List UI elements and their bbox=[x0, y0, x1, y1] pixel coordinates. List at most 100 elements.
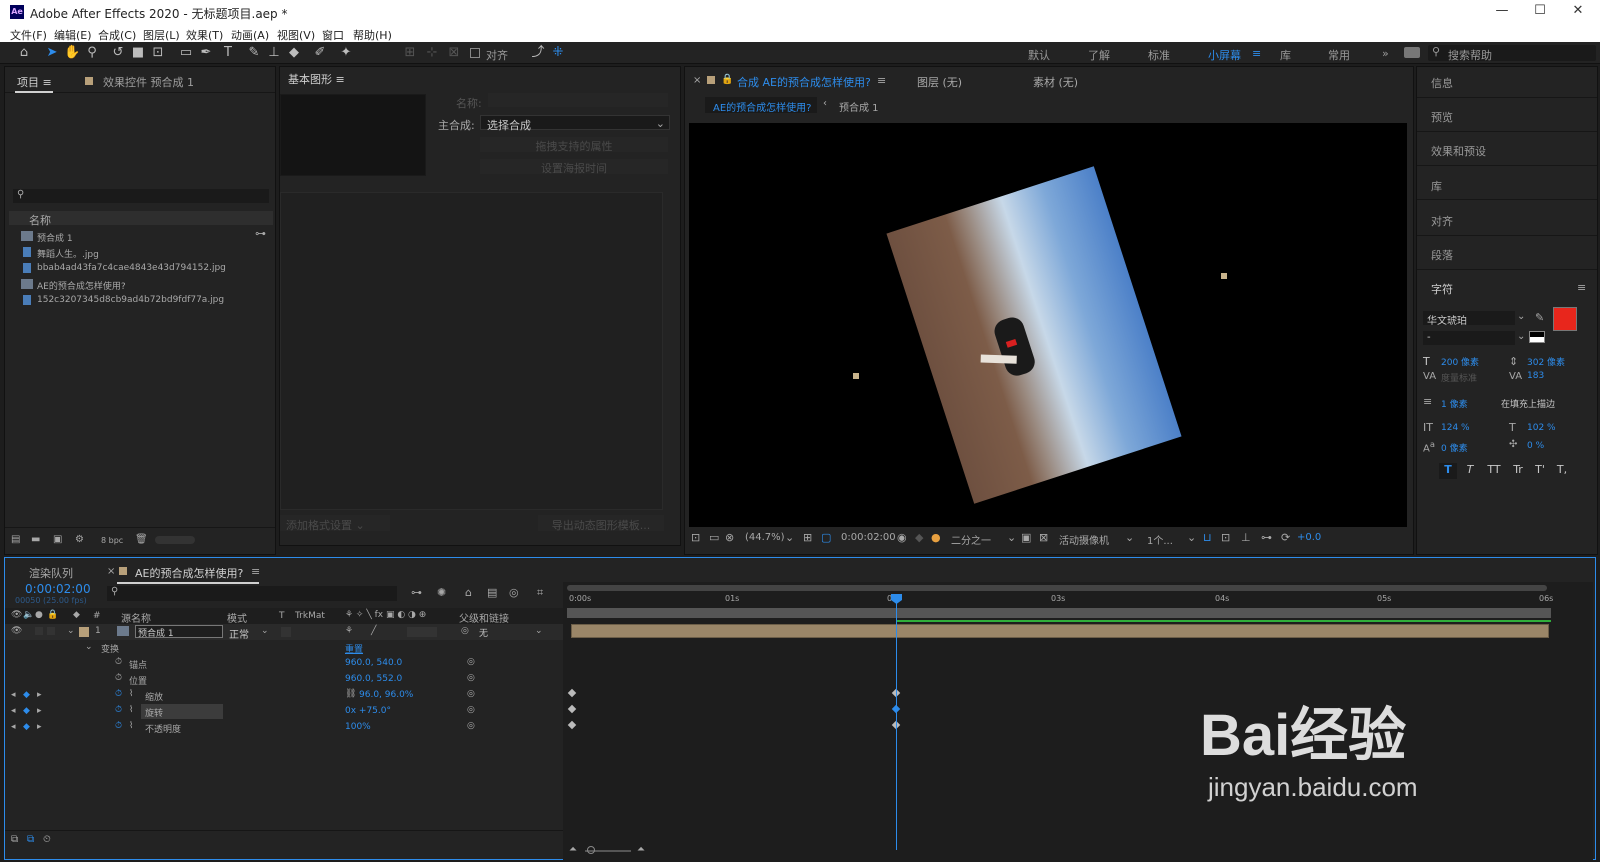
parent-select[interactable]: 无 bbox=[479, 626, 488, 639]
timeline-icon[interactable]: ⊥ bbox=[1241, 531, 1251, 544]
workspace-menu-icon[interactable]: ≡ bbox=[1252, 47, 1261, 60]
playhead-line[interactable] bbox=[896, 594, 897, 850]
brush-tool-icon[interactable]: ✎ bbox=[246, 45, 262, 61]
fast-previews-icon[interactable]: ⊡ bbox=[1221, 531, 1230, 544]
time-graph[interactable]: 0:00s 01s 02s 03s 04s 05s 06s ⏶ ⏶ bbox=[563, 582, 1593, 860]
panel-libraries[interactable]: 库 bbox=[1431, 178, 1442, 194]
zoom-in-icon[interactable]: ⏶ bbox=[637, 844, 645, 855]
exposure-value[interactable]: +0.0 bbox=[1297, 532, 1321, 543]
expression-pickwhip-icon[interactable]: ◎ bbox=[467, 705, 475, 715]
subscript-button[interactable]: T, bbox=[1553, 463, 1571, 479]
graph-icon[interactable]: ⌇ bbox=[129, 721, 133, 731]
show-snapshot-icon[interactable]: ◆ bbox=[915, 531, 923, 544]
type-tool-icon[interactable]: T bbox=[220, 45, 236, 61]
selection-tool-icon[interactable]: ➤ bbox=[44, 45, 60, 61]
next-keyframe-icon[interactable]: ▸ bbox=[37, 706, 42, 716]
layer-duration-bar[interactable] bbox=[571, 624, 1549, 638]
zoom-level-select[interactable]: (44.7%) bbox=[745, 532, 785, 543]
next-keyframe-icon[interactable]: ▸ bbox=[37, 690, 42, 700]
help-search-input[interactable]: ⚲ 搜索帮助 bbox=[1428, 45, 1596, 62]
keyframe-diamond[interactable] bbox=[567, 704, 577, 714]
list-item[interactable]: AE的预合成怎样使用? bbox=[21, 277, 261, 293]
small-caps-button[interactable]: Tr bbox=[1507, 463, 1529, 479]
close-tab-icon[interactable]: × bbox=[693, 75, 701, 86]
no-fill-swatch[interactable] bbox=[1529, 331, 1545, 343]
camera-select[interactable]: 活动摄像机 bbox=[1059, 532, 1109, 547]
property-value[interactable]: 960.0, 540.0 bbox=[345, 658, 402, 668]
font-size-value[interactable]: 200 像素 bbox=[1441, 355, 1479, 368]
solo-box[interactable] bbox=[35, 627, 43, 635]
workspace-learn[interactable]: 了解 bbox=[1088, 47, 1110, 63]
reset-link[interactable]: 重置 bbox=[345, 642, 363, 655]
sync-settings-icon[interactable] bbox=[1404, 47, 1420, 58]
expression-pickwhip-icon[interactable]: ◎ bbox=[467, 721, 475, 731]
hand-tool-icon[interactable]: ✋ bbox=[64, 45, 80, 61]
interpret-footage-icon[interactable]: ▤ bbox=[11, 534, 20, 545]
toggle-modes-icon[interactable]: ⧉ bbox=[27, 834, 34, 845]
project-search-input[interactable]: ⚲ bbox=[13, 189, 269, 203]
stopwatch-icon[interactable]: ⏱ bbox=[115, 721, 122, 731]
menu-help[interactable]: 帮助(H) bbox=[353, 27, 392, 43]
views-select[interactable]: 1个... bbox=[1147, 532, 1173, 547]
panel-paragraph[interactable]: 段落 bbox=[1431, 247, 1453, 263]
safe-margins-icon[interactable]: ▢ bbox=[821, 531, 831, 544]
rotate-tool-icon[interactable]: ↺ bbox=[110, 45, 126, 61]
property-row-rotation[interactable]: ◂ ◆ ▸ ⏱ ⌇ 旋转 0x +75.0° ◎ bbox=[5, 704, 563, 720]
video-toggle-icon[interactable]: 👁 bbox=[11, 610, 22, 620]
maximize-button[interactable]: ☐ bbox=[1528, 3, 1552, 21]
tab-menu-icon[interactable]: ≡ bbox=[877, 74, 886, 87]
faux-bold-button[interactable]: T bbox=[1439, 463, 1457, 479]
list-item[interactable]: bbab4ad43fa7c4cae4843e43d794152.jpg bbox=[21, 261, 261, 277]
close-tab-icon[interactable]: × bbox=[107, 566, 115, 577]
bit-depth-label[interactable]: 8 bpc bbox=[101, 536, 123, 545]
baseline-shift-value[interactable]: 0 像素 bbox=[1441, 441, 1468, 454]
zoom-tool-icon[interactable]: ⚲ bbox=[84, 45, 100, 61]
tab-menu-icon[interactable]: ≡ bbox=[251, 565, 260, 578]
faux-italic-button[interactable]: T bbox=[1461, 463, 1479, 479]
roto-brush-tool-icon[interactable]: ✐ bbox=[312, 45, 328, 61]
font-style-select[interactable]: - bbox=[1423, 331, 1515, 345]
region-of-interest-icon[interactable]: ▣ bbox=[1021, 531, 1031, 544]
vertical-scale-value[interactable]: 124 % bbox=[1441, 423, 1470, 433]
collapse-switch-icon[interactable]: ⚘ bbox=[345, 626, 353, 636]
stopwatch-icon[interactable]: ⏱ bbox=[115, 705, 122, 715]
menu-window[interactable]: 窗口 bbox=[322, 27, 344, 43]
graph-icon[interactable]: ⌇ bbox=[129, 705, 133, 715]
motion-blur-icon[interactable]: ◎ bbox=[509, 586, 519, 599]
constrain-proportions-icon[interactable]: ⛓ bbox=[345, 689, 356, 699]
stopwatch-icon[interactable]: ⏱ bbox=[115, 689, 122, 699]
prev-keyframe-icon[interactable]: ◂ bbox=[11, 690, 16, 700]
add-keyframe-icon[interactable]: ◆ bbox=[23, 690, 30, 700]
tab-effect-controls[interactable]: 效果控件 预合成 1 bbox=[103, 74, 194, 90]
workspace-libraries[interactable]: 库 bbox=[1280, 47, 1291, 63]
add-keyframe-icon[interactable]: ◆ bbox=[23, 706, 30, 716]
pan-behind-tool-icon[interactable]: ⊡ bbox=[150, 45, 166, 61]
timeline-timecode[interactable]: 0:00:02:00 bbox=[25, 582, 91, 596]
toggle-render-time-icon[interactable]: ⏲ bbox=[43, 834, 51, 845]
workspace-default[interactable]: 默认 bbox=[1028, 47, 1050, 63]
draft-3d-icon[interactable]: ✺ bbox=[437, 586, 446, 599]
puppet-tool-icon[interactable]: ✦ bbox=[338, 45, 354, 61]
property-row-position[interactable]: ⏱ 位置 960.0, 552.0 ◎ bbox=[5, 672, 563, 688]
anchor-handle[interactable] bbox=[1221, 273, 1227, 279]
expand-chevron-icon[interactable]: ⌄ bbox=[85, 642, 93, 652]
set-poster-time-button[interactable]: 设置海报时间 bbox=[480, 159, 668, 175]
trkmat-header[interactable]: TrkMat bbox=[295, 611, 325, 621]
adjust-settings-icon[interactable]: ⚙ bbox=[75, 534, 84, 545]
menu-composition[interactable]: 合成(C) bbox=[98, 27, 136, 43]
close-button[interactable]: ✕ bbox=[1566, 3, 1590, 21]
stopwatch-icon[interactable]: ⏱ bbox=[115, 657, 122, 667]
snap-edge-icon[interactable]: ⤴ bbox=[530, 45, 546, 61]
keyframe-diamond[interactable] bbox=[567, 720, 577, 730]
more-workspaces-icon[interactable]: » bbox=[1382, 47, 1389, 60]
parent-header[interactable]: 父级和链接 bbox=[459, 610, 509, 625]
tracking-value[interactable]: 183 bbox=[1527, 371, 1544, 381]
thumbnail-slider[interactable] bbox=[155, 536, 195, 544]
frame-blending-icon[interactable]: ▤ bbox=[487, 586, 497, 599]
tab-essential-graphics[interactable]: 基本图形 ≡ bbox=[288, 71, 345, 87]
new-composition-icon[interactable]: ▣ bbox=[53, 534, 62, 545]
stroke-width-value[interactable]: 1 像素 bbox=[1441, 397, 1468, 410]
workspace-common[interactable]: 常用 bbox=[1328, 47, 1350, 63]
layer-row[interactable]: 👁 ⌄ 1 预合成 1 正常 ⌄ ⚘ ╱ ◎ 无 ⌄ bbox=[5, 624, 563, 641]
property-value[interactable]: 960.0, 552.0 bbox=[345, 674, 402, 684]
